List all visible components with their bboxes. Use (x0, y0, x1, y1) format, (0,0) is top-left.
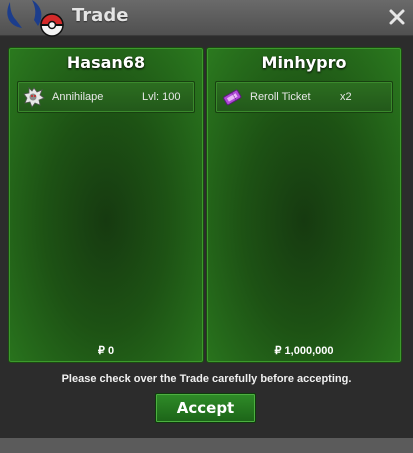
accept-button[interactable]: Accept (155, 393, 256, 423)
ticket-icon (223, 89, 242, 106)
item-name: Annihilape (52, 91, 104, 103)
item-quantity: x2 (340, 91, 352, 103)
trade-notice: Please check over the Trade carefully be… (61, 373, 352, 385)
trade-window: Trade Hasan68 Annihilape Lvl: 100 ₽ 0 Mi… (0, 0, 413, 453)
right-offer-item[interactable]: Reroll Ticket x2 (215, 81, 393, 113)
close-icon[interactable] (387, 7, 407, 27)
right-money-amount: ₽ 1,000,000 (274, 345, 334, 357)
pokemon-icon (23, 87, 45, 108)
window-title: Trade (72, 5, 129, 26)
left-offer-item[interactable]: Annihilape Lvl: 100 (17, 81, 195, 113)
left-player-name: Hasan68 (66, 53, 146, 72)
right-trade-panel: Minhypro Reroll Ticket x2 ₽ 1,000,000 (206, 47, 402, 363)
right-player-name: Minhypro (261, 53, 347, 72)
left-trade-panel: Hasan68 Annihilape Lvl: 100 ₽ 0 (8, 47, 204, 363)
item-level: Lvl: 100 (142, 91, 181, 103)
title-bar[interactable]: Trade (0, 0, 413, 37)
left-money-amount: ₽ 0 (97, 345, 115, 357)
window-bottom-border (0, 438, 413, 453)
item-name: Reroll Ticket (250, 91, 311, 103)
trade-body: Hasan68 Annihilape Lvl: 100 ₽ 0 Minhypro (0, 37, 413, 438)
